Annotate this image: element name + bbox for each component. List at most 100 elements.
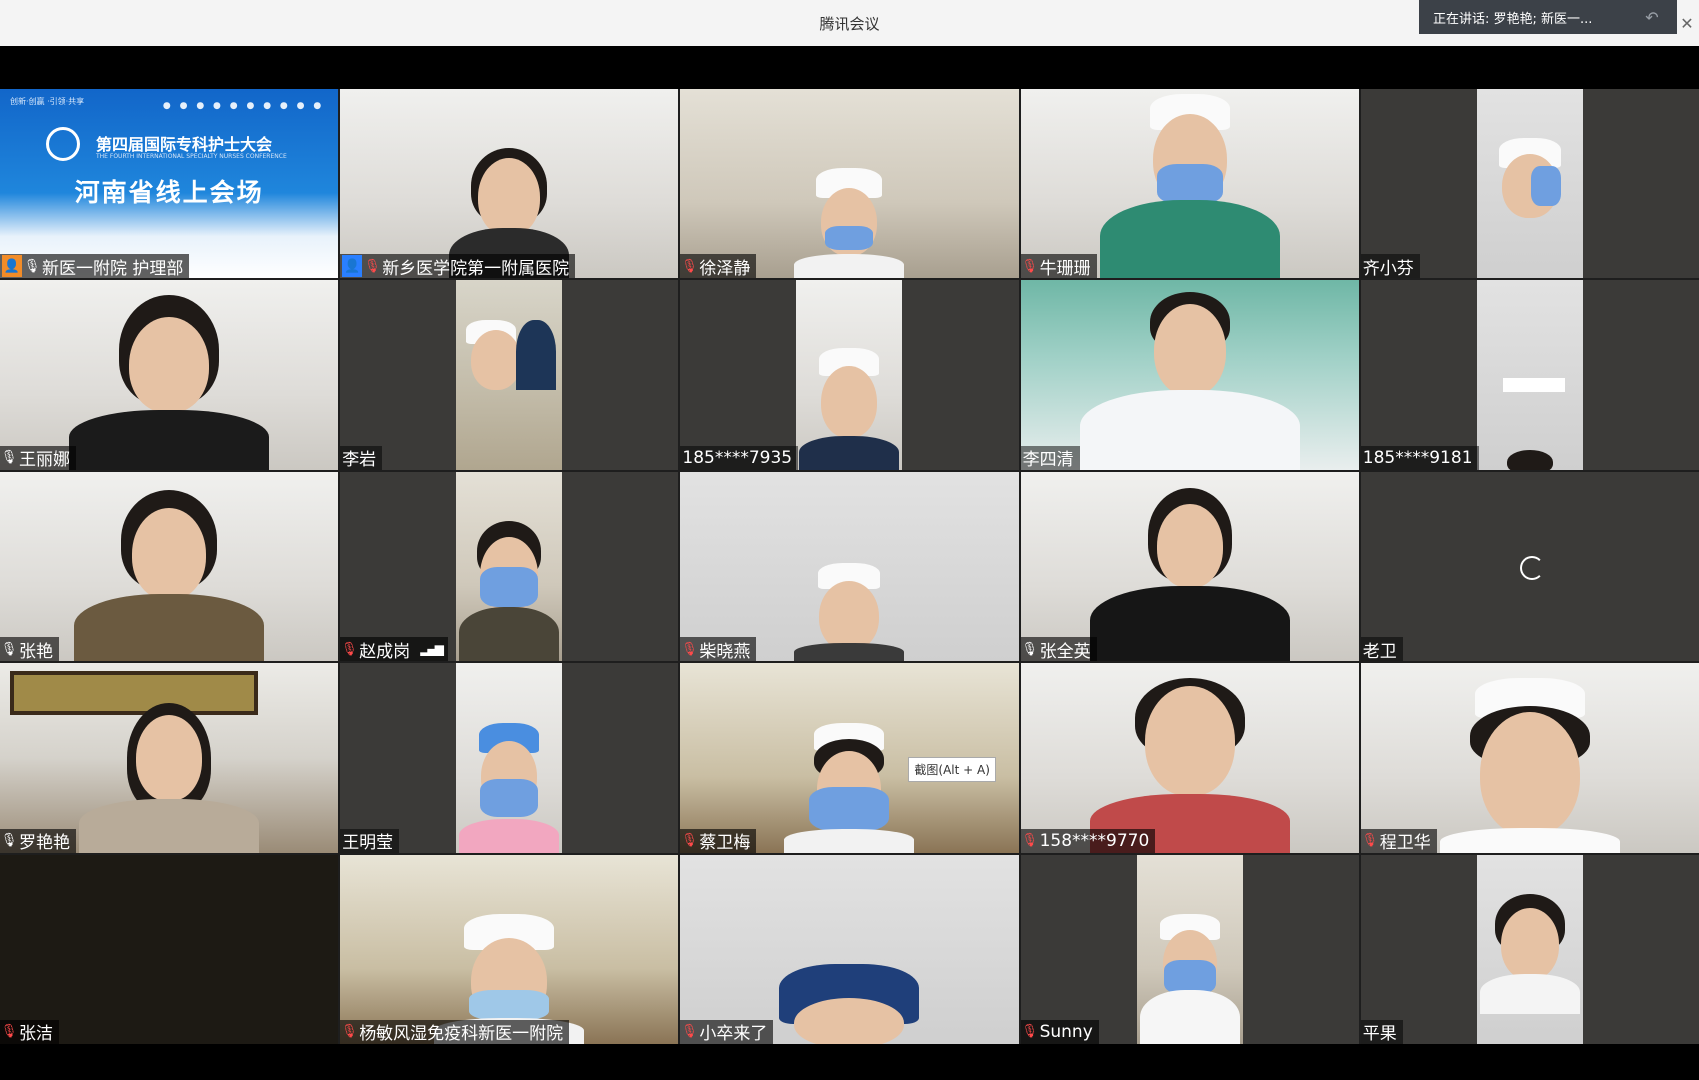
participant-name: 小卒来了 xyxy=(699,1024,768,1044)
mic-muted-icon: 🎙 xyxy=(0,1024,18,1040)
participant-name: 185****9181 xyxy=(1362,447,1473,468)
mic-muted-icon: 🎙 xyxy=(340,641,358,657)
participant-label: 平果 xyxy=(1360,1019,1403,1044)
video-tile[interactable]: 截图(Alt + A) 🎙 蔡卫梅 xyxy=(680,663,1019,853)
participant-video xyxy=(796,280,903,470)
video-tile[interactable]: 🎙 柴晓燕 xyxy=(680,471,1019,662)
participant-figure xyxy=(764,963,934,1044)
undo-icon[interactable]: ↶ xyxy=(1641,7,1663,27)
video-tile[interactable]: 王明莹 xyxy=(340,663,679,853)
video-tile[interactable]: 李岩 xyxy=(340,280,679,470)
participant-figure xyxy=(1490,128,1570,238)
participant-label: 🎙 张全英 xyxy=(1020,637,1097,662)
participant-figure xyxy=(459,722,560,853)
participant-video xyxy=(340,89,679,279)
video-tile[interactable]: 李四清 xyxy=(1020,280,1359,470)
participant-name: 李岩 xyxy=(342,450,377,470)
participant-name: 齐小芬 xyxy=(1362,258,1414,279)
banner-small-logos: 创新·创赢 ·引领·共享 xyxy=(10,97,85,106)
participant-label: 🎙 蔡卫梅 xyxy=(680,828,757,853)
mic-icon: 🎙 xyxy=(1021,641,1038,657)
toolbar-strip xyxy=(0,46,1699,89)
participant-name: 王丽娜 xyxy=(19,450,70,470)
participant-video xyxy=(0,854,339,1044)
video-tile[interactable]: 🎙 程卫华 xyxy=(1360,663,1699,853)
participant-video xyxy=(1020,89,1359,279)
participant-name: 老卫 xyxy=(1362,641,1397,662)
video-tile[interactable]: 👤 🎙 新乡医学院第一附属医院 xyxy=(340,89,679,279)
participant-figure xyxy=(74,486,265,662)
participant-video xyxy=(0,280,339,470)
loading-spinner-icon xyxy=(1519,556,1544,581)
title-bar: 腾讯会议 正在讲话: 罗艳艳; 新医一... ↶ ✕ xyxy=(0,0,1699,46)
participant-video xyxy=(1476,89,1583,279)
mic-muted-icon: 🎙 xyxy=(1021,833,1038,849)
video-tile[interactable]: 185****7935 xyxy=(680,280,1019,470)
participant-figure xyxy=(449,108,570,279)
mic-muted-icon: 🎙 xyxy=(681,258,698,274)
host-icon: 👤 xyxy=(2,255,22,278)
participant-name: 蔡卫梅 xyxy=(699,833,751,853)
video-tile[interactable]: 🎙 杨敏风湿免疫科新医一附院 xyxy=(340,854,679,1044)
participant-label: 🎙 王丽娜 xyxy=(0,445,76,470)
video-tile[interactable]: 🎙 牛珊珊 xyxy=(1020,89,1359,279)
participant-name: 徐泽静 xyxy=(699,258,751,279)
participant-figure xyxy=(1089,486,1290,662)
video-grid: 创新·创赢 ·引领·共享 ● ● ● ● ● ● ● ● ● ● 第四届国际专科… xyxy=(0,89,1699,1044)
conference-logo-icon xyxy=(46,127,80,161)
video-tile[interactable]: 齐小芬 xyxy=(1360,89,1699,279)
participant-figure xyxy=(1505,449,1555,470)
participant-name: 平果 xyxy=(1362,1024,1397,1044)
video-tile[interactable]: 185****9181 xyxy=(1360,280,1699,470)
mic-icon: 🎙 xyxy=(0,833,18,849)
participant-figure xyxy=(1139,894,1240,1044)
participant-label: 👤 🎙 新医一附院 护理部 xyxy=(0,254,190,279)
video-tile[interactable]: 老卫 xyxy=(1360,471,1699,662)
participant-name: 赵成岗 xyxy=(359,641,411,662)
video-tile[interactable]: 🎙 赵成岗 ▂▄▆ xyxy=(340,471,679,662)
video-tile[interactable]: 创新·创赢 ·引领·共享 ● ● ● ● ● ● ● ● ● ● 第四届国际专科… xyxy=(0,89,339,279)
participant-video xyxy=(680,471,1019,662)
participant-label: 185****7935 xyxy=(680,445,799,470)
participant-figure xyxy=(794,148,905,279)
mic-icon: 🎙 xyxy=(0,450,18,466)
participant-name: 张全英 xyxy=(1039,641,1091,662)
participant-label: 李四清 xyxy=(1020,445,1080,470)
participant-name: 185****7935 xyxy=(682,447,793,468)
participant-name: 罗艳艳 xyxy=(19,833,70,853)
participant-figure xyxy=(799,340,900,470)
conference-subtitle: THE FOURTH INTERNATIONAL SPECIALTY NURSE… xyxy=(96,153,287,160)
participant-figure xyxy=(794,561,905,662)
participant-video xyxy=(1476,280,1583,470)
video-tile[interactable]: 🎙 小卒来了 xyxy=(680,854,1019,1044)
participant-label: 🎙 程卫华 xyxy=(1360,828,1437,853)
video-tile[interactable]: 🎙 张全英 xyxy=(1020,471,1359,662)
participant-label: 🎙 张洁 xyxy=(0,1019,59,1044)
participant-label: 🎙 柴晓燕 xyxy=(680,637,757,662)
participant-label: 🎙 罗艳艳 xyxy=(0,828,76,853)
video-tile[interactable]: 🎙 徐泽静 xyxy=(680,89,1019,279)
signal-strength-icon: ▂▄▆ xyxy=(420,642,444,657)
participant-name: 李四清 xyxy=(1022,450,1074,470)
participant-figure xyxy=(69,294,270,470)
speaking-indicator[interactable]: 正在讲话: 罗艳艳; 新医一... ↶ xyxy=(1419,0,1677,34)
video-tile[interactable]: 🎙 王丽娜 xyxy=(0,280,339,470)
participant-video xyxy=(456,471,563,662)
close-icon[interactable]: ✕ xyxy=(1678,14,1696,33)
participant-label: 185****9181 xyxy=(1360,445,1479,470)
participant-figure xyxy=(1439,677,1620,853)
participant-video xyxy=(1020,663,1359,853)
mic-muted-icon: 🎙 xyxy=(681,1024,698,1040)
video-tile[interactable]: 平果 xyxy=(1360,854,1699,1044)
participant-name: 158****9770 xyxy=(1039,830,1150,851)
video-tile[interactable]: 🎙 Sunny xyxy=(1020,854,1359,1044)
video-tile[interactable]: 🎙 158****9770 xyxy=(1020,663,1359,853)
video-tile[interactable]: 🎙 张洁 xyxy=(0,854,339,1044)
ceiling-light xyxy=(1502,378,1565,393)
conference-banner: 创新·创赢 ·引领·共享 ● ● ● ● ● ● ● ● ● ● 第四届国际专科… xyxy=(0,89,339,279)
participant-label: 齐小芬 xyxy=(1360,254,1420,279)
video-tile[interactable]: 🎙 张艳 xyxy=(0,471,339,662)
participant-video xyxy=(340,854,679,1044)
video-tile-active-speaker[interactable]: 🎙 罗艳艳 xyxy=(0,663,339,853)
cohost-icon: 👤 xyxy=(342,255,363,278)
